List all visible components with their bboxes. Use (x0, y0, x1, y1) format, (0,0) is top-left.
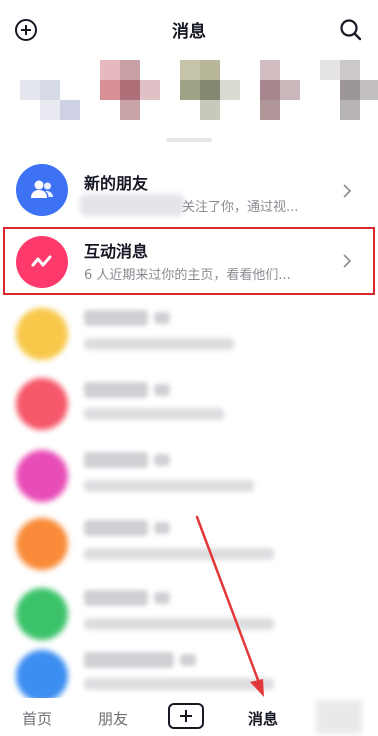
tab-friends[interactable]: 朋友 (98, 708, 128, 729)
tab-me-blurred[interactable] (316, 700, 362, 734)
blurred-avatar (16, 308, 68, 360)
blurred-avatar (16, 588, 68, 640)
list-item-title: 新的朋友 (84, 174, 149, 193)
bottom-nav: 首页 朋友 消息 (0, 698, 378, 736)
blurred-avatar (16, 450, 68, 502)
plus-icon[interactable] (168, 703, 204, 729)
list-item[interactable] (0, 370, 378, 446)
list-item[interactable] (0, 580, 378, 656)
tab-home[interactable]: 首页 (22, 708, 52, 729)
top-bar: 消息 (0, 0, 378, 58)
page-title: 消息 (172, 21, 206, 42)
strip-handle (166, 138, 212, 142)
list-item-new-friends[interactable]: 新的朋友 关注了你，通过视... (0, 152, 378, 228)
tab-messages[interactable]: 消息 (248, 708, 278, 729)
people-icon (16, 164, 68, 216)
chevron-right-icon (343, 184, 352, 198)
list-item-preview: 关注了你，通过视... (182, 200, 299, 215)
blurred-username (80, 194, 184, 216)
blurred-avatar (16, 518, 68, 570)
list-item[interactable] (0, 298, 378, 374)
blurred-avatar (16, 650, 68, 702)
search-icon[interactable] (338, 17, 364, 43)
blurred-avatar (16, 378, 68, 430)
list-item[interactable] (0, 440, 378, 516)
plus-circle-icon[interactable] (14, 18, 38, 42)
list-item[interactable] (0, 510, 378, 586)
highlight-box (3, 227, 375, 295)
blurred-contacts-strip[interactable] (0, 58, 378, 140)
